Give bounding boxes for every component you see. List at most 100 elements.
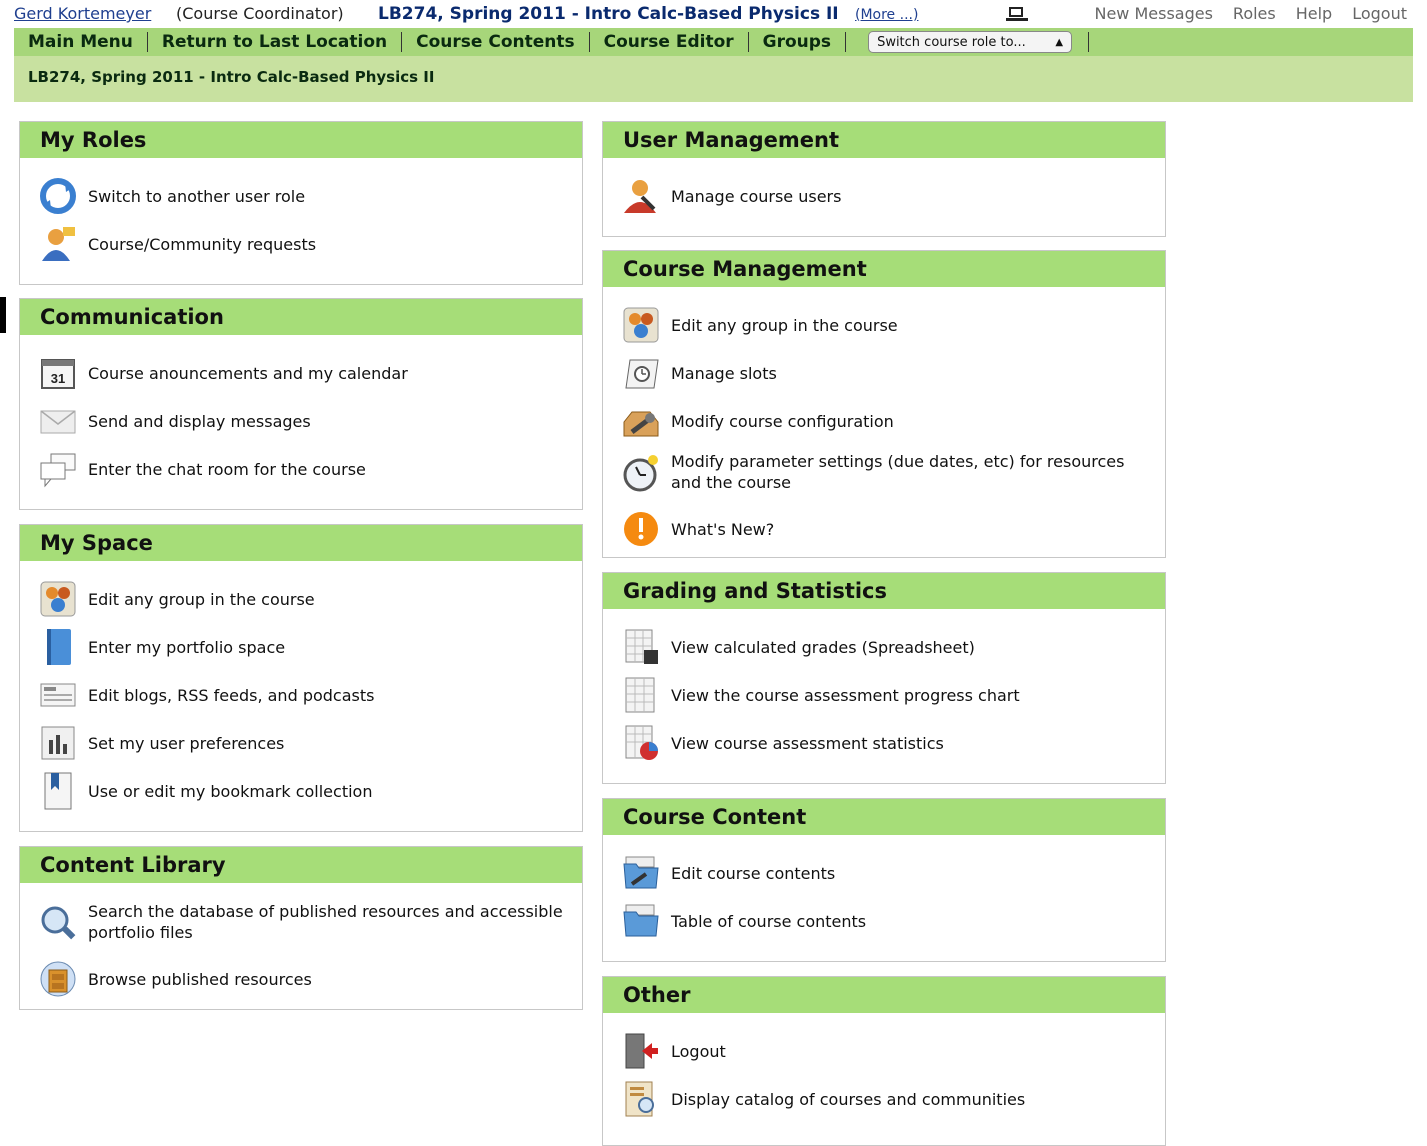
item-label: Edit blogs, RSS feeds, and podcasts (88, 685, 375, 705)
item-label: View calculated grades (Spreadsheet) (671, 637, 975, 657)
calendar-icon: 31 (38, 353, 78, 393)
search-database-item[interactable]: Search the database of published resourc… (20, 895, 582, 955)
roles-link[interactable]: Roles (1233, 0, 1276, 28)
bookmarks-item[interactable]: Use or edit my bookmark collection (20, 767, 582, 815)
course-title: LB274, Spring 2011 - Intro Calc-Based Ph… (378, 4, 839, 24)
help-link[interactable]: Help (1296, 0, 1332, 28)
item-label: Search the database of published resourc… (88, 902, 563, 942)
select-arrows-icon: ▲ (1055, 36, 1064, 48)
spreadsheet-calculator-icon (621, 627, 661, 667)
item-label: Send and display messages (88, 411, 311, 431)
more-link[interactable]: (More ...) (855, 1, 918, 29)
item-label: Modify parameter settings (due dates, et… (671, 452, 1125, 492)
preferences-item[interactable]: Set my user preferences (20, 719, 582, 767)
blogs-item[interactable]: Edit blogs, RSS feeds, and podcasts (20, 671, 582, 719)
item-label: Modify course configuration (671, 411, 894, 431)
course-requests-item[interactable]: Course/Community requests (20, 220, 582, 268)
spreadsheet-icon (621, 675, 661, 715)
preferences-icon (38, 723, 78, 763)
item-label: Course/Community requests (88, 234, 317, 254)
catalog-search-icon (621, 1079, 661, 1119)
portfolio-book-icon (38, 627, 78, 667)
course-catalog-item[interactable]: Display catalog of courses and communiti… (603, 1075, 1165, 1123)
portfolio-item[interactable]: Enter my portfolio space (20, 623, 582, 671)
panel-grading-statistics: Grading and Statistics View calculated g… (602, 572, 1166, 784)
panel-title: User Management (603, 122, 1165, 158)
menu-course-editor[interactable]: Course Editor (590, 32, 749, 52)
search-magnifier-icon (38, 903, 78, 943)
item-label: Set my user preferences (88, 733, 285, 753)
other-logout-item[interactable]: Logout (603, 1027, 1165, 1075)
messages-item[interactable]: Send and display messages (20, 397, 582, 445)
panel-title: Course Content (603, 799, 1165, 835)
main-menu-bar: Main Menu Return to Last Location Course… (14, 28, 1413, 56)
progress-chart-item[interactable]: View the course assessment progress char… (603, 671, 1165, 719)
item-label: View course assessment statistics (671, 733, 944, 753)
logout-door-icon (621, 1031, 661, 1071)
edit-contents-item[interactable]: Edit course contents (603, 849, 1165, 897)
item-label: Edit any group in the course (88, 589, 315, 609)
user-manage-icon (621, 176, 661, 216)
statistics-pie-icon (621, 723, 661, 763)
grades-spreadsheet-item[interactable]: View calculated grades (Spreadsheet) (603, 623, 1165, 671)
switch-role-select-value: Switch course role to... (877, 34, 1026, 50)
alert-exclamation-icon (621, 509, 661, 549)
menu-main-menu[interactable]: Main Menu (14, 32, 148, 52)
item-label: Use or edit my bookmark collection (88, 781, 373, 801)
menu-course-contents[interactable]: Course Contents (402, 32, 590, 52)
logout-link[interactable]: Logout (1352, 0, 1407, 28)
calendar-item[interactable]: 31 Course anouncements and my calendar (20, 349, 582, 397)
parameter-settings-item[interactable]: Modify parameter settings (due dates, et… (603, 445, 1165, 505)
chat-room-item[interactable]: Enter the chat room for the course (20, 445, 582, 493)
panel-user-management: User Management Manage course users (602, 121, 1166, 237)
slots-clock-icon (621, 353, 661, 393)
new-messages-link[interactable]: New Messages (1094, 0, 1212, 28)
top-links: New Messages Roles Help Logout (1094, 0, 1407, 28)
item-label: Table of course contents (671, 911, 867, 931)
panel-title: Other (603, 977, 1165, 1013)
menu-return-last-location[interactable]: Return to Last Location (148, 32, 403, 52)
item-label: Logout (671, 1041, 726, 1061)
panel-my-roles: My Roles Switch to another user role Cou… (19, 121, 583, 285)
manage-slots-item[interactable]: Manage slots (603, 349, 1165, 397)
user-request-icon (38, 224, 78, 264)
browse-resources-item[interactable]: Browse published resources (20, 955, 582, 1003)
breadcrumb: LB274, Spring 2011 - Intro Calc-Based Ph… (14, 56, 1413, 102)
menu-divider (1088, 32, 1090, 52)
manage-users-item[interactable]: Manage course users (603, 172, 1165, 220)
user-name-link[interactable]: Gerd Kortemeyer (14, 0, 151, 28)
envelope-icon (38, 401, 78, 441)
item-label: What's New? (671, 519, 775, 539)
panel-title: My Space (20, 525, 582, 561)
whats-new-item[interactable]: What's New? (603, 505, 1165, 553)
cm-edit-group-item[interactable]: Edit any group in the course (603, 301, 1165, 349)
refresh-icon (38, 176, 78, 216)
panel-other: Other Logout Display catalog of courses … (602, 976, 1166, 1146)
course-config-item[interactable]: Modify course configuration (603, 397, 1165, 445)
switch-role-select[interactable]: Switch course role to... ▲ (868, 31, 1073, 53)
menu-groups[interactable]: Groups (749, 32, 847, 52)
switch-role-item[interactable]: Switch to another user role (20, 172, 582, 220)
left-edge-marker (0, 297, 6, 333)
item-label: Course anouncements and my calendar (88, 363, 408, 383)
item-label: Enter my portfolio space (88, 637, 286, 657)
message-computer-icon[interactable] (1006, 6, 1028, 22)
panel-title: Content Library (20, 847, 582, 883)
group-icon (621, 305, 661, 345)
item-label: Browse published resources (88, 969, 312, 989)
top-bar: Gerd Kortemeyer (Course Coordinator) LB2… (0, 0, 1427, 28)
panel-title: Communication (20, 299, 582, 335)
newspaper-icon (38, 675, 78, 715)
panel-title: Course Management (603, 251, 1165, 287)
panel-course-management: Course Management Edit any group in the … (602, 250, 1166, 558)
panel-communication: Communication 31 Course anouncements and… (19, 298, 583, 510)
item-label: Enter the chat room for the course (88, 459, 366, 479)
item-label: View the course assessment progress char… (671, 685, 1020, 705)
panel-title: Grading and Statistics (603, 573, 1165, 609)
table-of-contents-item[interactable]: Table of course contents (603, 897, 1165, 945)
item-label: Edit any group in the course (671, 315, 898, 335)
panel-my-space: My Space Edit any group in the course En… (19, 524, 583, 832)
edit-group-item[interactable]: Edit any group in the course (20, 575, 582, 623)
assessment-statistics-item[interactable]: View course assessment statistics (603, 719, 1165, 767)
item-label: Edit course contents (671, 863, 836, 883)
